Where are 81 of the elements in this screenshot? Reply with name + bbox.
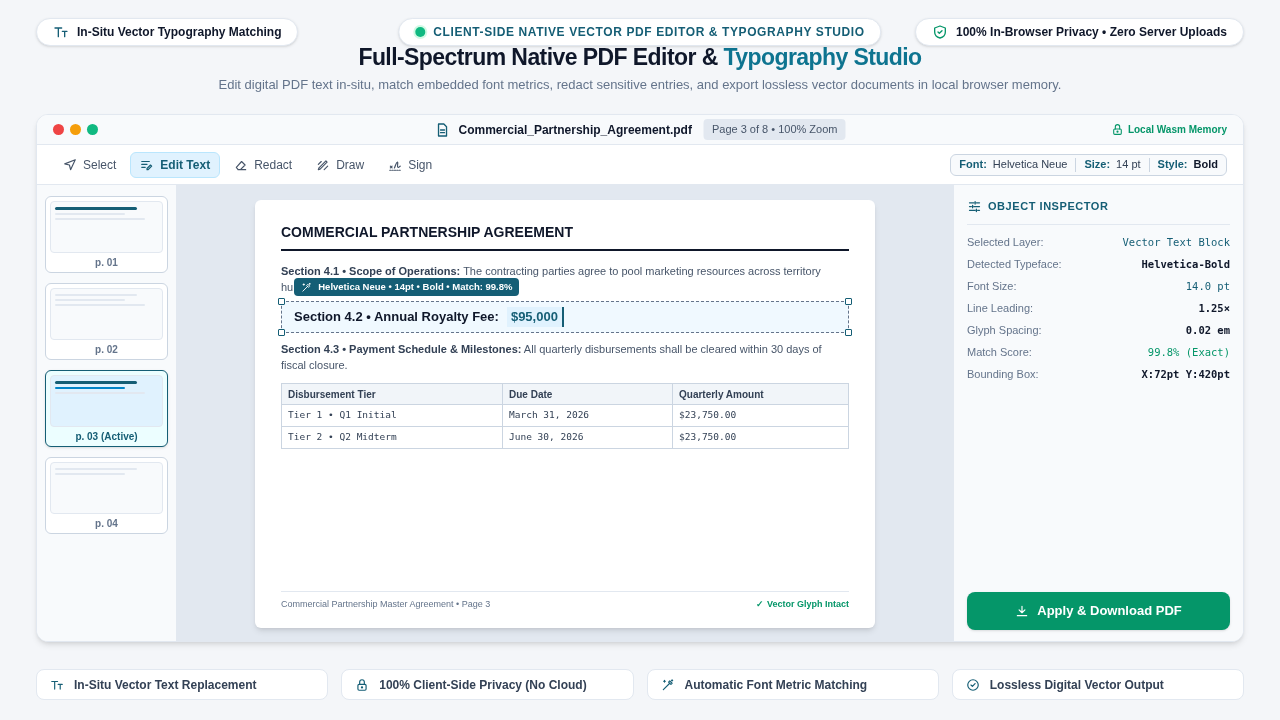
memory-status: Local Wasm Memory (1127, 123, 1227, 137)
resize-handle[interactable] (278, 298, 285, 305)
lock-icon (1110, 123, 1124, 136)
edit-label: Section 4.2 • Annual Royalty Fee: (294, 308, 499, 327)
check-circle-icon (965, 677, 980, 692)
property-value: 99.8% (Exact) (1147, 344, 1230, 360)
property-label: Bounding Box: (967, 367, 1039, 383)
thumbnail-label: p. 03 (Active) (74, 430, 139, 444)
tool-button[interactable]: Edit Text (130, 151, 221, 178)
feature-card: Lossless Digital Vector Output (951, 669, 1244, 700)
status-badge: CLIENT-SIDE NATIVE VECTOR PDF EDITOR & TYPOGRAPHY STUDIO (398, 18, 882, 46)
feature-card: Automatic Font Metric Matching (646, 669, 939, 700)
table-cell: June 30, 2026 (502, 426, 673, 449)
pen-icon (316, 157, 331, 172)
property-value: 14.0 pt (1185, 278, 1230, 294)
page-title: Full-Spectrum Native PDF Editor & Typography Studio (358, 43, 922, 72)
thumbnail-label: p. 04 (94, 517, 119, 531)
section-paragraph: Section 4.1 • Scope of Operations: The contracting parties agree to pool marketing resources across territory (281, 264, 821, 279)
section-paragraph-continued: hu (281, 280, 294, 295)
column-header: Quarterly Amount (672, 383, 849, 405)
section-paragraph: Section 4.3 • Payment Schedule & Milestones: All quarterly disbursements shall be cleared within 30 days of fiscal closure. (281, 342, 823, 373)
font-setting-value: Helvetica Neue (992, 157, 1068, 173)
page-thumbnail[interactable]: p. 04 (45, 457, 168, 534)
match-tooltip: Helvetica Neue • 14pt • Bold • Match: 99.8% (294, 278, 520, 296)
page-thumbnail[interactable]: p. 01 (45, 196, 168, 273)
feature-card: 100% Client-Side Privacy (No Cloud) (341, 669, 634, 700)
sliders-icon (967, 198, 982, 214)
resize-handle[interactable] (845, 298, 852, 305)
page-thumbnail[interactable]: p. 02 (45, 283, 168, 360)
property-label: Font Size: (967, 279, 1017, 295)
thumbnail-label: p. 01 (94, 256, 119, 270)
lock-icon (355, 677, 370, 692)
magic-wand-icon (301, 281, 313, 293)
download-icon (1015, 604, 1030, 618)
feature-card: In-Situ Vector Text Replacement (36, 669, 329, 700)
resize-handle[interactable] (845, 329, 852, 336)
page-footer: Commercial Partnership Master Agreement • Page 3 (281, 597, 491, 611)
inspector-title: OBJECT INSPECTOR (988, 199, 1109, 214)
integrity-status: ✓ Vector Glyph Intact (756, 597, 849, 611)
font-setting-value: Bold (1193, 157, 1218, 173)
property-label: Line Leading: (967, 301, 1034, 317)
property-value: 0.02 em (1185, 322, 1230, 338)
tool-button[interactable]: Draw (306, 151, 375, 178)
download-button[interactable]: Apply & Download PDF (967, 592, 1230, 630)
editable-text-block[interactable]: Section 4.2 • Annual Royalty Fee: $95,000 (281, 301, 849, 333)
property-value: 1.25× (1198, 300, 1230, 316)
table-cell: March 31, 2026 (502, 404, 673, 427)
property-value: Helvetica-Bold (1141, 256, 1230, 272)
tool-button[interactable]: Select (53, 151, 127, 178)
font-setting-value: 14 pt (1116, 157, 1141, 173)
table-cell: Tier 1 • Q1 Initial (281, 404, 503, 427)
property-label: Match Score: (967, 345, 1032, 361)
property-label: Detected Typeface: (967, 257, 1062, 273)
cursor-arrow-icon (63, 157, 77, 172)
column-header: Disbursement Tier (281, 383, 503, 405)
typography-icon (53, 24, 69, 40)
feature-badge: 100% In-Browser Privacy • Zero Server Uploads (915, 18, 1244, 46)
column-header: Due Date (502, 383, 673, 405)
table-cell: Tier 2 • Q2 Midterm (281, 426, 503, 449)
table-cell: $23,750.00 (672, 404, 849, 427)
font-setting-label: Size: (1084, 157, 1111, 173)
page-thumbnail[interactable]: p. 03 (Active) (45, 370, 168, 447)
document-heading: COMMERCIAL PARTNERSHIP AGREEMENT (281, 222, 849, 251)
font-setting-label: Style: (1157, 157, 1188, 173)
property-label: Glyph Spacing: (967, 323, 1042, 339)
resize-handle[interactable] (278, 329, 285, 336)
magic-wand-icon (660, 677, 675, 692)
property-label: Selected Layer: (967, 235, 1044, 251)
font-setting-label: Font: (959, 157, 987, 173)
feature-badge: In-Situ Vector Typography Matching (36, 18, 299, 46)
tool-button[interactable]: Sign (378, 151, 443, 178)
page-indicator: Page 3 of 8 • 100% Zoom (703, 119, 846, 140)
property-value: Vector Text Block (1122, 234, 1230, 250)
window-title: Commercial_Partnership_Agreement.pdf (458, 121, 692, 139)
table-cell: $23,750.00 (672, 426, 849, 449)
edit-value[interactable]: $95,000 (506, 307, 564, 327)
tool-button[interactable]: Redact (224, 151, 303, 178)
thumbnail-label: p. 02 (94, 343, 119, 357)
subtitle: Edit digital PDF text in-situ, match embedded font metrics, redact sensitive entries, and export lossless vector documents in local browser memory. (218, 75, 1062, 94)
property-value: X:72pt Y:420pt (1141, 366, 1230, 382)
shield-check-icon (932, 24, 948, 40)
